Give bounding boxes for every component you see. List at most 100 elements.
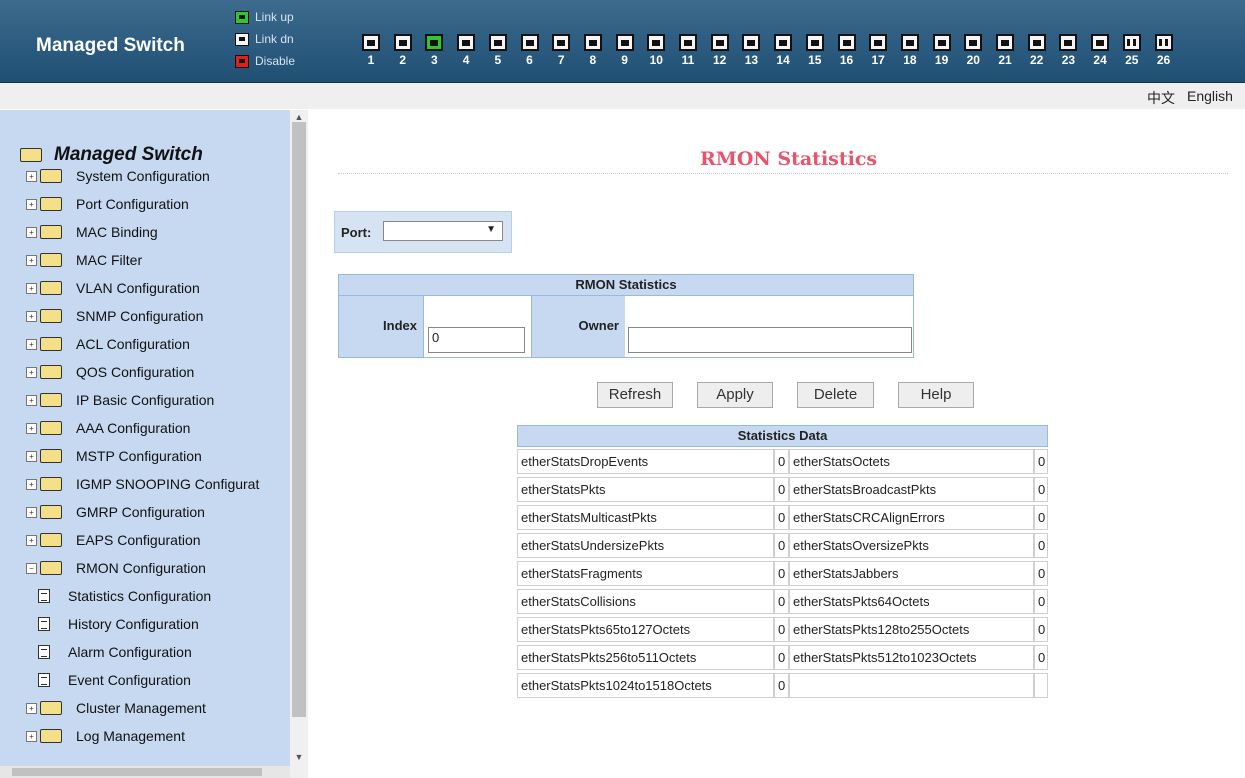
- sidebar-item-label: SNMP Configuration: [76, 308, 204, 324]
- expand-icon[interactable]: +: [26, 394, 37, 406]
- port-5[interactable]: 5: [485, 34, 511, 67]
- expand-icon[interactable]: +: [26, 338, 37, 350]
- expand-icon[interactable]: +: [26, 506, 37, 518]
- sidebar-item-label: Statistics Configuration: [68, 588, 212, 604]
- port-6[interactable]: 6: [517, 34, 543, 67]
- sidebar-item[interactable]: Alarm Configuration: [38, 638, 192, 666]
- expand-icon[interactable]: +: [26, 702, 37, 714]
- port-8[interactable]: 8: [580, 34, 606, 67]
- port-select[interactable]: [383, 221, 503, 241]
- link-up-swatch-icon: [235, 10, 249, 24]
- table-row: etherStatsMulticastPkts 0 etherStatsCRCAli…: [517, 505, 1048, 532]
- english-link[interactable]: English: [1187, 88, 1233, 104]
- port-26[interactable]: 26: [1151, 34, 1177, 67]
- port-2[interactable]: 2: [390, 34, 416, 67]
- open-folder-icon: [40, 561, 62, 575]
- chinese-link[interactable]: 中文: [1147, 88, 1175, 108]
- sidebar-hscrollbar[interactable]: [0, 766, 290, 778]
- delete-button[interactable]: Delete: [797, 382, 874, 408]
- port-9[interactable]: 9: [612, 34, 638, 67]
- sidebar-item[interactable]: + SNMP Configuration: [26, 302, 203, 330]
- port-21[interactable]: 21: [992, 34, 1018, 67]
- sidebar-item-label: Cluster Management: [76, 700, 206, 716]
- port-19[interactable]: 19: [929, 34, 955, 67]
- help-button[interactable]: Help: [898, 382, 974, 408]
- table-row: etherStatsDropEvents 0 etherStatsOctets 0: [517, 449, 1048, 476]
- sidebar-scrollbar[interactable]: ▲ ▼: [290, 110, 308, 778]
- port-12[interactable]: 12: [707, 34, 733, 67]
- refresh-button[interactable]: Refresh: [597, 382, 673, 408]
- hscroll-thumb[interactable]: [12, 768, 262, 776]
- scroll-thumb[interactable]: [292, 122, 306, 717]
- port-1[interactable]: 1: [358, 34, 384, 67]
- sidebar-item[interactable]: + MSTP Configuration: [26, 442, 202, 470]
- table-row: etherStatsPkts256to511Octets 0 etherStatsP…: [517, 645, 1048, 672]
- port-17[interactable]: 17: [865, 34, 891, 67]
- sidebar-item[interactable]: Statistics Configuration: [38, 582, 211, 610]
- sidebar-item[interactable]: + VLAN Configuration: [26, 274, 200, 302]
- port-24[interactable]: 24: [1087, 34, 1113, 67]
- document-icon: [38, 617, 50, 631]
- scroll-up-icon[interactable]: ▲: [290, 112, 308, 122]
- port-4[interactable]: 4: [453, 34, 479, 67]
- expand-icon[interactable]: +: [26, 478, 37, 490]
- port-16[interactable]: 16: [834, 34, 860, 67]
- scroll-down-icon[interactable]: ▼: [290, 752, 308, 762]
- port-23[interactable]: 23: [1055, 34, 1081, 67]
- port-18[interactable]: 18: [897, 34, 923, 67]
- apply-button[interactable]: Apply: [697, 382, 773, 408]
- sidebar-item-label: RMON Configuration: [76, 560, 206, 576]
- expand-icon[interactable]: +: [26, 730, 37, 742]
- port-25[interactable]: 25: [1119, 34, 1145, 67]
- legend-link-up: Link up: [235, 6, 295, 28]
- sidebar-item[interactable]: + Cluster Management: [26, 694, 206, 722]
- expand-icon[interactable]: +: [26, 282, 37, 294]
- expand-icon[interactable]: +: [26, 310, 37, 322]
- owner-label: Owner: [531, 296, 625, 357]
- sidebar-item[interactable]: + System Configuration: [26, 162, 210, 190]
- sidebar-item[interactable]: + QOS Configuration: [26, 358, 194, 386]
- sidebar-item[interactable]: History Configuration: [38, 610, 199, 638]
- folder-icon: [40, 393, 62, 407]
- sidebar-item[interactable]: + IP Basic Configuration: [26, 386, 214, 414]
- sidebar-item[interactable]: + IGMP SNOOPING Configurat: [26, 470, 259, 498]
- sidebar-item[interactable]: − RMON Configuration: [26, 554, 206, 582]
- sidebar-item[interactable]: + Port Configuration: [26, 190, 189, 218]
- expand-icon[interactable]: +: [26, 366, 37, 378]
- sidebar-item[interactable]: + MAC Binding: [26, 218, 158, 246]
- port-7[interactable]: 7: [548, 34, 574, 67]
- port-13[interactable]: 13: [738, 34, 764, 67]
- sidebar-item[interactable]: + EAPS Configuration: [26, 526, 201, 554]
- sidebar-item[interactable]: + ACL Configuration: [26, 330, 190, 358]
- port-14[interactable]: 14: [770, 34, 796, 67]
- sidebar-item[interactable]: + MAC Filter: [26, 246, 142, 274]
- port-15[interactable]: 15: [802, 34, 828, 67]
- port-22[interactable]: 22: [1024, 34, 1050, 67]
- ethernet-port-icon: [520, 34, 539, 51]
- ethernet-port-icon: [457, 34, 476, 51]
- port-20[interactable]: 20: [960, 34, 986, 67]
- port-10[interactable]: 10: [643, 34, 669, 67]
- expand-icon[interactable]: +: [26, 450, 37, 462]
- index-input[interactable]: 0: [428, 327, 525, 353]
- expand-icon[interactable]: +: [26, 198, 37, 210]
- ethernet-port-icon: [552, 34, 571, 51]
- expand-icon[interactable]: +: [26, 422, 37, 434]
- sidebar-item[interactable]: Event Configuration: [38, 666, 191, 694]
- sidebar-item[interactable]: + GMRP Configuration: [26, 498, 205, 526]
- expand-icon[interactable]: +: [26, 170, 37, 182]
- expand-icon[interactable]: +: [26, 226, 37, 238]
- port-number: 21: [998, 53, 1012, 67]
- port-11[interactable]: 11: [675, 34, 701, 67]
- port-3[interactable]: 3: [421, 34, 447, 67]
- stat-value-cell: 0: [1034, 477, 1048, 502]
- expand-icon[interactable]: +: [26, 534, 37, 546]
- sidebar-item[interactable]: + Log Management: [26, 722, 185, 750]
- open-folder-icon: [20, 148, 42, 162]
- owner-input[interactable]: [628, 327, 912, 353]
- expand-icon[interactable]: +: [26, 254, 37, 266]
- sidebar-item[interactable]: + AAA Configuration: [26, 414, 190, 442]
- document-icon: [38, 673, 50, 687]
- collapse-icon[interactable]: −: [26, 562, 37, 574]
- sidebar-item-label: System Configuration: [76, 168, 210, 184]
